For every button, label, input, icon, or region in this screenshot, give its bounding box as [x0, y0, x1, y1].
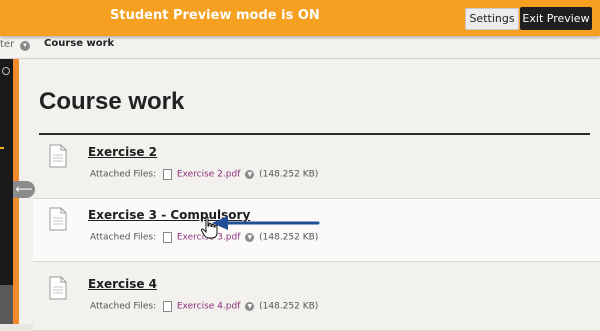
content-item: Exercise 4 Attached Files: Exercise 4.pd…	[33, 268, 600, 331]
annotation-arrow-icon	[212, 216, 320, 230]
document-icon	[49, 207, 67, 231]
preview-mode-text: Student Preview mode is ON	[110, 8, 320, 23]
pdf-file-icon	[163, 301, 172, 312]
attached-files-row: Attached Files: Exercise 2.pdf ▼ (148.25…	[90, 169, 318, 180]
refresh-icon[interactable]	[2, 67, 10, 75]
attached-files-label: Attached Files:	[90, 169, 157, 180]
breadcrumb-current: Course work	[44, 38, 115, 49]
exit-preview-button[interactable]: Exit Preview	[520, 7, 592, 30]
document-icon	[49, 144, 67, 168]
attached-files-row: Attached Files: Exercise 4.pdf ▼ (148.25…	[90, 301, 318, 312]
pdf-file-icon	[163, 232, 172, 243]
attached-files-label: Attached Files:	[90, 301, 157, 312]
file-size: (148.252 KB)	[259, 169, 319, 180]
item-title-link[interactable]: Exercise 4	[88, 277, 157, 291]
title-divider	[39, 133, 590, 135]
course-menu-footer	[0, 285, 13, 324]
chevron-down-icon[interactable]: ▼	[245, 302, 255, 311]
page-title: Course work	[39, 88, 185, 115]
attached-files-label: Attached Files:	[90, 232, 157, 243]
breadcrumb-previous[interactable]: ter	[0, 39, 14, 50]
file-link[interactable]: Exercise 4.pdf	[177, 302, 241, 312]
collapse-menu-arrow-icon[interactable]: ⟵	[13, 181, 35, 198]
file-size: (148.252 KB)	[259, 232, 319, 243]
menu-indicator	[0, 147, 4, 149]
settings-button[interactable]: Settings	[465, 8, 519, 30]
file-link[interactable]: Exercise 2.pdf	[177, 170, 241, 180]
breadcrumb: ter ▼ Course work	[0, 36, 600, 59]
pdf-file-icon	[163, 169, 172, 180]
chevron-down-icon[interactable]: ▼	[245, 170, 255, 179]
item-title-link[interactable]: Exercise 2	[88, 145, 157, 159]
chevron-down-icon[interactable]: ▼	[245, 233, 255, 242]
document-icon	[49, 276, 67, 300]
hand-cursor-icon	[200, 216, 218, 239]
content-area: Course work Exercise 2 Attached Files: E…	[19, 58, 600, 331]
chevron-down-icon[interactable]: ▼	[20, 41, 30, 51]
student-preview-banner: Student Preview mode is ON Settings Exit…	[0, 0, 600, 36]
content-item: Exercise 2 Attached Files: Exercise 2.pd…	[33, 136, 600, 199]
file-size: (148.252 KB)	[259, 301, 319, 312]
